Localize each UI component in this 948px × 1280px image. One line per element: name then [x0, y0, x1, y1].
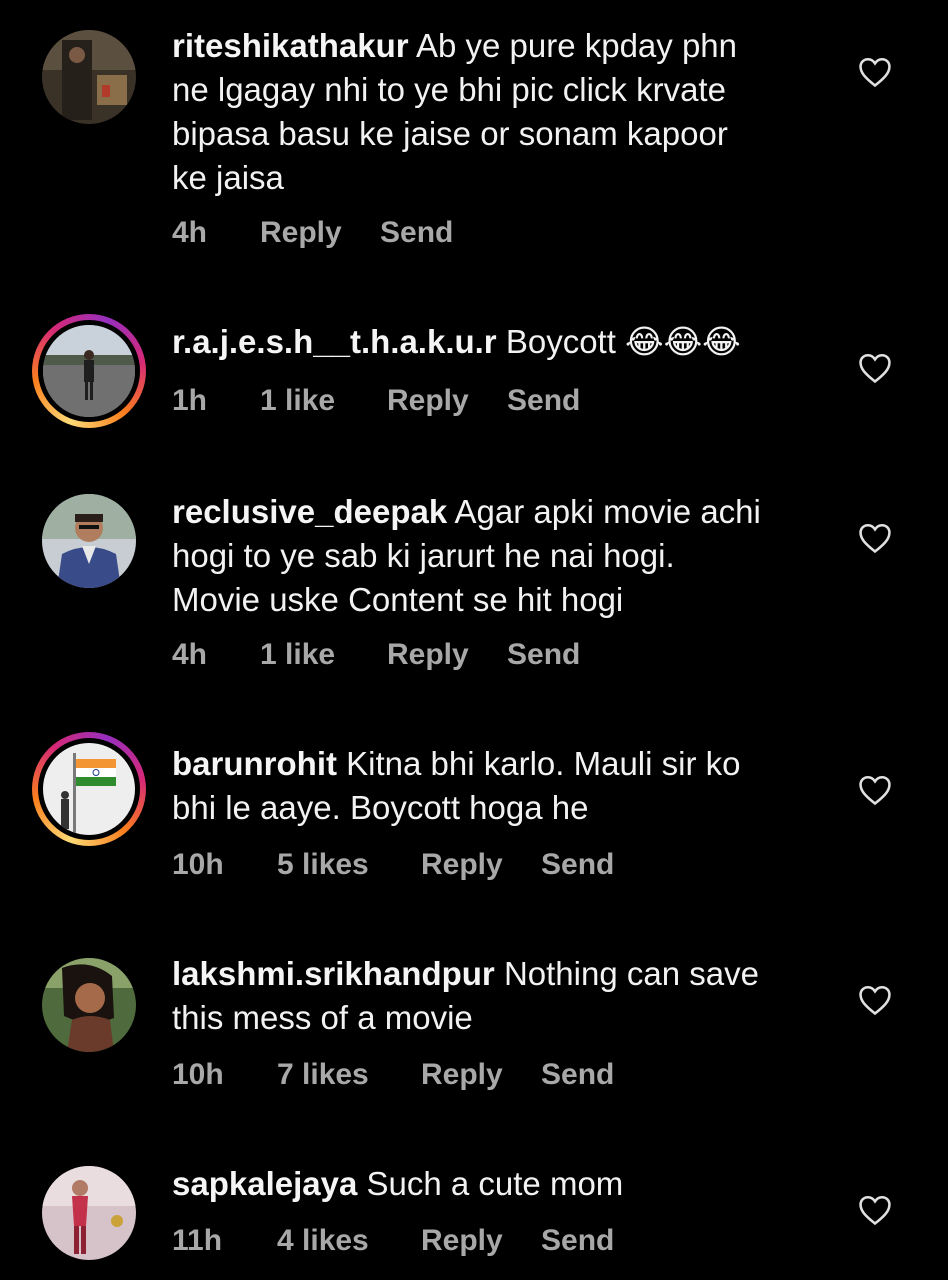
heart-outline-icon[interactable] [858, 352, 892, 384]
heart-outline-icon[interactable] [858, 56, 892, 88]
comment-username[interactable]: reclusive_deepak [172, 493, 447, 530]
comment-likes[interactable]: 5 likes [277, 848, 369, 882]
comment-item: lakshmi.srikhandpur Nothing can save thi… [0, 930, 948, 1140]
reply-button[interactable]: Reply [421, 1058, 503, 1092]
comment-username[interactable]: sapkalejaya [172, 1165, 357, 1202]
comment-time: 10h [172, 848, 224, 881]
comment-username[interactable]: r.a.j.e.s.h__t.h.a.k.u.r [172, 323, 497, 360]
comment-item: sapkalejaya Such a cute mom 11h 4 likes … [0, 1140, 948, 1280]
reply-button[interactable]: Reply [387, 638, 469, 672]
comment-line: Ab ye pure kpday phn [415, 27, 738, 64]
avatar[interactable] [42, 494, 136, 588]
comment-line: Boycott 😂😂😂 [505, 323, 741, 360]
avatar[interactable] [42, 1166, 136, 1260]
comment-time: 1h [172, 384, 208, 417]
heart-outline-icon[interactable] [858, 774, 892, 806]
comment-item: reclusive_deepak Agar apki movie achi ho… [0, 480, 948, 710]
comment-line: bhi le aaye. Boycott hoga he [172, 789, 589, 826]
avatar[interactable] [42, 958, 136, 1052]
comment-line: bipasa basu ke jaise or sonam kapoor [172, 115, 728, 152]
send-button[interactable]: Send [541, 848, 614, 882]
send-button[interactable]: Send [507, 384, 580, 418]
comment-likes[interactable]: 7 likes [277, 1058, 369, 1092]
reply-button[interactable]: Reply [260, 216, 342, 250]
comment-text: r.a.j.e.s.h__t.h.a.k.u.r Boycott 😂😂😂 [172, 320, 822, 364]
comment-username[interactable]: riteshikathakur [172, 27, 409, 64]
comment-text: riteshikathakur Ab ye pure kpday phn ne … [172, 24, 822, 200]
comment-text: sapkalejaya Such a cute mom [172, 1162, 822, 1206]
heart-outline-icon[interactable] [858, 984, 892, 1016]
send-button[interactable]: Send [541, 1058, 614, 1092]
story-ring-avatar[interactable] [32, 314, 146, 428]
comment-line: Movie uske Content se hit hogi [172, 581, 624, 618]
comment-item: riteshikathakur Ab ye pure kpday phn ne … [0, 0, 948, 280]
comment-likes[interactable]: 1 like [260, 638, 335, 672]
comment-line: ke jaisa [172, 159, 284, 196]
comment-text: lakshmi.srikhandpur Nothing can save thi… [172, 952, 822, 1040]
avatar[interactable] [42, 30, 136, 124]
comment-time: 10h [172, 1058, 224, 1091]
send-button[interactable]: Send [380, 216, 453, 250]
comment-item: barunrohit Kitna bhi karlo. Mauli sir ko… [0, 710, 948, 930]
comment-item: r.a.j.e.s.h__t.h.a.k.u.r Boycott 😂😂😂 1h … [0, 280, 948, 480]
comment-username[interactable]: barunrohit [172, 745, 337, 782]
comment-time: 4h [172, 638, 208, 671]
heart-outline-icon[interactable] [858, 1194, 892, 1226]
comment-line: hogi to ye sab ki jarurt he nai hogi. [172, 537, 675, 574]
reply-button[interactable]: Reply [421, 848, 503, 882]
comment-line: Such a cute mom [366, 1165, 624, 1202]
comment-text: reclusive_deepak Agar apki movie achi ho… [172, 490, 822, 622]
comment-username[interactable]: lakshmi.srikhandpur [172, 955, 495, 992]
comment-line: ne lgagay nhi to ye bhi pic click krvate [172, 71, 726, 108]
send-button[interactable]: Send [507, 638, 580, 672]
comment-likes[interactable]: 1 like [260, 384, 335, 418]
story-ring-avatar[interactable] [32, 732, 146, 846]
comment-line: Kitna bhi karlo. Mauli sir ko [346, 745, 741, 782]
reply-button[interactable]: Reply [387, 384, 469, 418]
comment-time: 11h [172, 1224, 223, 1257]
comment-line: Agar apki movie achi [454, 493, 761, 530]
heart-outline-icon[interactable] [858, 522, 892, 554]
comment-text: barunrohit Kitna bhi karlo. Mauli sir ko… [172, 742, 822, 830]
send-button[interactable]: Send [541, 1224, 614, 1258]
comment-time: 4h [172, 216, 208, 249]
reply-button[interactable]: Reply [421, 1224, 503, 1258]
comment-line: Nothing can save [503, 955, 759, 992]
comment-likes[interactable]: 4 likes [277, 1224, 369, 1258]
comment-line: this mess of a movie [172, 999, 473, 1036]
